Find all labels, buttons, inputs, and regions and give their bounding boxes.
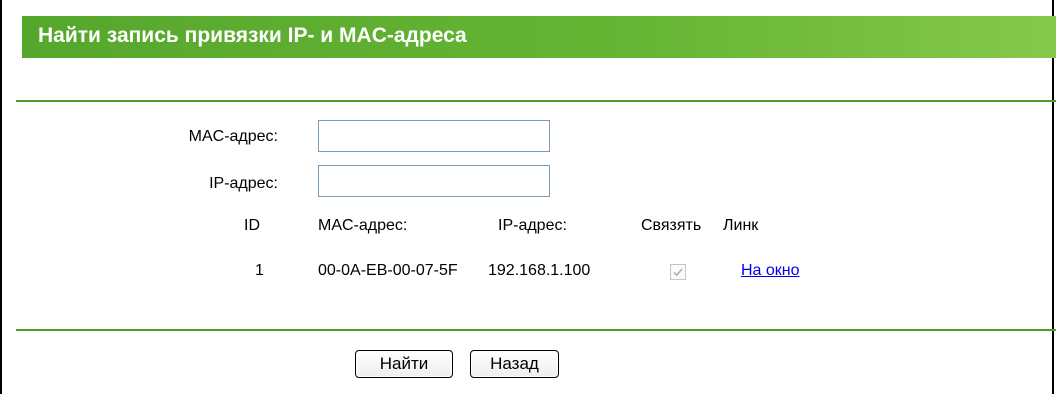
page-frame: Найти запись привязки IP- и MAC-адреса M… bbox=[0, 0, 1056, 394]
title-bar: Найти запись привязки IP- и MAC-адреса bbox=[22, 16, 1056, 58]
column-header-link: Линк bbox=[723, 217, 759, 234]
checkmark-icon bbox=[673, 268, 683, 277]
ip-address-label: IP-адрес: bbox=[209, 175, 278, 192]
find-button[interactable]: Найти bbox=[355, 350, 453, 378]
top-divider bbox=[16, 100, 1056, 102]
page-title: Найти запись привязки IP- и MAC-адреса bbox=[38, 24, 467, 47]
row-id: 1 bbox=[255, 262, 264, 279]
open-window-link[interactable]: На окно bbox=[741, 262, 800, 280]
column-header-ip: IP-адрес: bbox=[498, 217, 567, 234]
mac-address-input[interactable] bbox=[318, 120, 550, 152]
bottom-divider bbox=[16, 329, 1056, 331]
ip-address-input[interactable] bbox=[318, 165, 550, 197]
back-button[interactable]: Назад bbox=[470, 350, 559, 378]
row-ip-address: 192.168.1.100 bbox=[488, 262, 591, 279]
mac-address-label: MAC-адрес: bbox=[188, 128, 278, 145]
row-mac-address: 00-0A-EB-00-07-5F bbox=[318, 262, 458, 279]
bind-checkbox[interactable] bbox=[670, 264, 686, 280]
column-header-id: ID bbox=[244, 217, 260, 234]
column-header-mac: MAC-адрес: bbox=[318, 217, 408, 234]
column-header-bind: Связять bbox=[641, 217, 702, 234]
